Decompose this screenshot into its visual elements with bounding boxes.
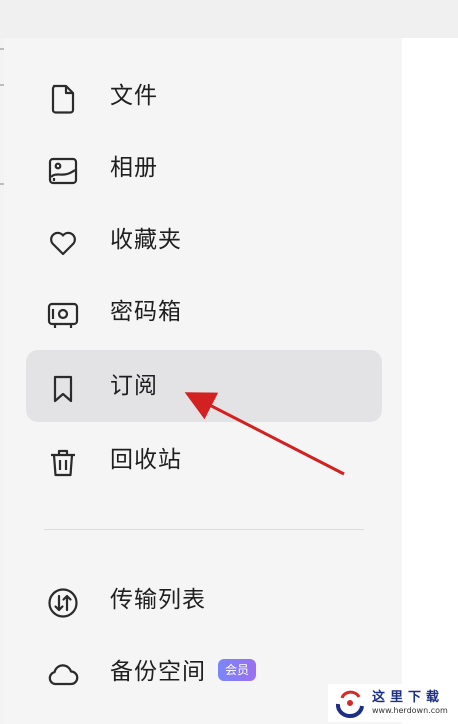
sidebar-item-files[interactable]: 文件 [26, 60, 382, 132]
file-icon [46, 82, 80, 116]
watermark-url: www.herdown.com [372, 706, 448, 715]
sidebar-item-label: 文件 [110, 83, 158, 109]
sidebar-item-safe-box[interactable]: 密码箱 [26, 276, 382, 348]
sidebar-item-album[interactable]: 相册 [26, 132, 382, 204]
sidebar-divider [44, 529, 364, 530]
sidebar-item-label: 相册 [110, 155, 158, 181]
trash-icon [46, 446, 80, 480]
photo-album-icon [46, 154, 80, 188]
sidebar-item-label: 收藏夹 [110, 227, 182, 253]
main-content-area [402, 38, 458, 724]
watermark-title: 这里下载 [372, 690, 445, 705]
cloud-icon [46, 658, 80, 692]
watermark-logo [335, 690, 364, 718]
sidebar-item-transfer-list[interactable]: 传输列表 [26, 564, 382, 636]
heart-icon [46, 226, 80, 260]
sidebar-item-label: 订阅 [110, 373, 158, 399]
sidebar-item-subscriptions[interactable]: 订阅 [26, 350, 382, 422]
sidebar-item-label: 传输列表 [110, 587, 206, 613]
sidebar-nav: 文件 相册 收藏夹 密码箱 订阅 回收站 传输列表 备份空间 会员 [4, 38, 402, 724]
bookmark-icon [46, 372, 80, 406]
sidebar-item-recycle-bin[interactable]: 回收站 [26, 424, 382, 496]
site-watermark: 这里下载 www.herdown.com [328, 684, 456, 722]
backup-label-text: 备份空间 [110, 659, 206, 685]
vip-badge: 会员 [218, 658, 257, 681]
sidebar-item-label: 密码箱 [110, 299, 182, 325]
sidebar-item-favorites[interactable]: 收藏夹 [26, 204, 382, 276]
transfer-icon [46, 586, 80, 620]
safe-box-icon [46, 298, 80, 332]
sidebar-item-label: 备份空间 会员 [110, 636, 257, 708]
sidebar-item-label: 回收站 [110, 447, 182, 473]
window-top-bar [0, 0, 458, 38]
